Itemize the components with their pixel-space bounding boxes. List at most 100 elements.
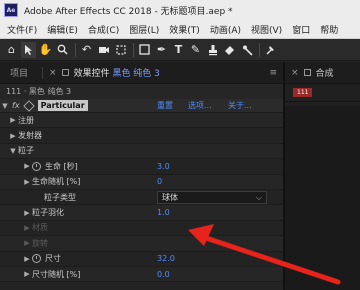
property-value[interactable]: 0.0 [157, 270, 170, 279]
property-value[interactable]: 32.0 [157, 254, 175, 263]
clone-stamp-icon[interactable] [205, 42, 220, 58]
roto-brush-icon[interactable] [239, 42, 254, 58]
property-label: 材质 [32, 223, 48, 233]
tab-effects-label: 效果控件 [73, 69, 113, 79]
property-row-material[interactable]: ▶ 材质 [0, 221, 283, 237]
expand-arrow-icon[interactable]: ▶ [22, 270, 32, 278]
menu-file[interactable]: 文件(F) [0, 23, 42, 36]
tab-divider [42, 66, 44, 79]
after-effects-app-icon: Ae [4, 3, 18, 17]
composition-navigator: 111 [285, 84, 360, 102]
tab-effect-controls[interactable]: 效果控件 黑色 纯色 3 [74, 66, 166, 79]
property-row-feather[interactable]: ▶ 粒子羽化 1.0 [0, 205, 283, 221]
chevron-down-icon: ⌵ [255, 192, 262, 202]
menu-composition[interactable]: 合成(C) [83, 23, 124, 36]
property-label: 旋转 [32, 238, 48, 248]
property-row-life-random[interactable]: ▶ 生命随机 [%] 0 [0, 174, 283, 190]
property-label: 生命 [秒] [45, 161, 78, 171]
property-label: 注册 [18, 115, 34, 125]
expand-arrow-icon[interactable]: ▶ [22, 209, 32, 217]
expand-arrow-icon[interactable]: ▶ [8, 132, 18, 140]
camera-orbit-icon[interactable] [96, 42, 111, 58]
close-tab-icon[interactable]: × [291, 68, 299, 78]
property-row-emitter[interactable]: ▶ 发射器 [0, 128, 283, 144]
property-label: 粒子 [18, 146, 34, 156]
property-value[interactable]: 3.0 [157, 162, 170, 171]
property-label: 粒子羽化 [32, 208, 64, 218]
fx-toggle-icon[interactable]: fx [12, 101, 20, 110]
type-icon[interactable]: T [171, 42, 186, 58]
tab-composition[interactable]: 合成 [316, 66, 334, 79]
toolbar-divider [75, 42, 76, 57]
property-row-register[interactable]: ▶ 注册 [0, 113, 283, 129]
property-label: 尺寸随机 [%] [32, 269, 81, 279]
collapse-arrow-icon[interactable]: ▼ [0, 102, 10, 110]
stopwatch-icon[interactable] [32, 161, 41, 171]
effect-header-row[interactable]: ▼ fx Particular 重置 选项... 关于... [0, 99, 283, 113]
property-row-size[interactable]: ▶ 尺寸 32.0 [0, 252, 283, 267]
tools-toolbar: ⌂ ✋ ↶ ✒ T ✎ [0, 39, 360, 61]
close-tab-icon[interactable]: × [49, 68, 57, 78]
particle-type-dropdown[interactable]: 球体 ⌵ [157, 190, 267, 204]
hand-icon[interactable]: ✋ [38, 42, 53, 58]
about-link[interactable]: 关于... [228, 100, 252, 111]
effect-properties-list: ▼ fx Particular 重置 选项... 关于... ▶ 注册 ▶ 发射… [0, 99, 283, 283]
property-row-life[interactable]: ▶ 生命 [秒] 3.0 [0, 159, 283, 175]
collapse-arrow-icon[interactable]: ▼ [8, 147, 18, 155]
tab-project[interactable]: 项目 [0, 66, 42, 79]
selection-tool-icon[interactable] [21, 41, 36, 58]
pen-icon[interactable]: ✒ [154, 42, 169, 58]
lock-icon[interactable] [303, 69, 311, 76]
composition-name-badge[interactable]: 111 [293, 88, 313, 97]
rectangle-icon[interactable] [137, 42, 152, 58]
options-link[interactable]: 选项... [188, 100, 212, 111]
menu-bar: 文件(F) 编辑(E) 合成(C) 图层(L) 效果(T) 动画(A) 视图(V… [0, 20, 360, 39]
menu-animation[interactable]: 动画(A) [205, 23, 246, 36]
zoom-icon[interactable] [55, 42, 70, 58]
composition-viewer[interactable] [285, 106, 360, 290]
expand-arrow-icon[interactable]: ▶ [22, 178, 32, 186]
panel-menu-icon[interactable]: ≡ [269, 68, 277, 78]
property-label: 粒子类型 [44, 192, 76, 202]
breadcrumb: 111 · 黑色 纯色 3 [0, 84, 283, 99]
composition-panel: × 合成 111 [283, 62, 360, 290]
toolbar-divider [259, 42, 260, 57]
home-icon[interactable]: ⌂ [4, 42, 19, 58]
brush-icon[interactable]: ✎ [188, 42, 203, 58]
puppet-pin-icon[interactable] [263, 42, 278, 58]
expand-arrow-icon[interactable]: ▶ [8, 116, 18, 124]
dropdown-selected-value: 球体 [162, 192, 178, 202]
menu-view[interactable]: 视图(V) [246, 23, 287, 36]
effect-controls-panel: 项目 × 效果控件 黑色 纯色 3 ≡ 111 · 黑色 纯色 3 ▼ fx P… [0, 62, 283, 290]
window-title: Adobe After Effects CC 2018 - 无标题项目.aep … [24, 6, 233, 17]
property-value[interactable]: 0 [157, 177, 162, 186]
tab-effects-layer-name: 黑色 纯色 3 [112, 69, 160, 79]
pan-behind-icon[interactable] [113, 42, 128, 58]
lock-icon[interactable] [61, 69, 69, 76]
expand-arrow-icon[interactable]: ▶ [22, 255, 32, 263]
property-label: 尺寸 [45, 254, 61, 264]
title-bar: Ae Adobe After Effects CC 2018 - 无标题项目.a… [0, 0, 360, 20]
expand-arrow-icon[interactable]: ▶ [22, 162, 32, 170]
eraser-icon[interactable] [222, 42, 237, 58]
rotate-icon[interactable]: ↶ [79, 42, 94, 58]
menu-help[interactable]: 帮助 [315, 23, 343, 36]
property-row-size-random[interactable]: ▶ 尺寸随机 [%] 0.0 [0, 266, 283, 283]
expand-arrow-icon[interactable]: ▶ [22, 239, 32, 247]
menu-layer[interactable]: 图层(L) [124, 23, 164, 36]
property-label: 发射器 [18, 131, 42, 141]
stopwatch-icon[interactable] [32, 254, 41, 264]
property-row-particle[interactable]: ▼ 粒子 [0, 143, 283, 160]
property-row-particle-type[interactable]: 粒子类型 球体 ⌵ [0, 190, 283, 206]
expand-arrow-icon[interactable]: ▶ [22, 224, 32, 232]
toolbar-divider [133, 42, 134, 57]
menu-edit[interactable]: 编辑(E) [42, 23, 83, 36]
property-row-rotation[interactable]: ▶ 旋转 [0, 236, 283, 252]
property-value[interactable]: 1.0 [157, 208, 170, 217]
panel-tab-bar: 项目 × 效果控件 黑色 纯色 3 ≡ [0, 62, 283, 84]
reset-link[interactable]: 重置 [157, 100, 173, 111]
effect-name: Particular [37, 100, 88, 111]
effect-cube-icon [22, 99, 35, 112]
menu-effect[interactable]: 效果(T) [164, 23, 205, 36]
menu-window[interactable]: 窗口 [287, 23, 315, 36]
